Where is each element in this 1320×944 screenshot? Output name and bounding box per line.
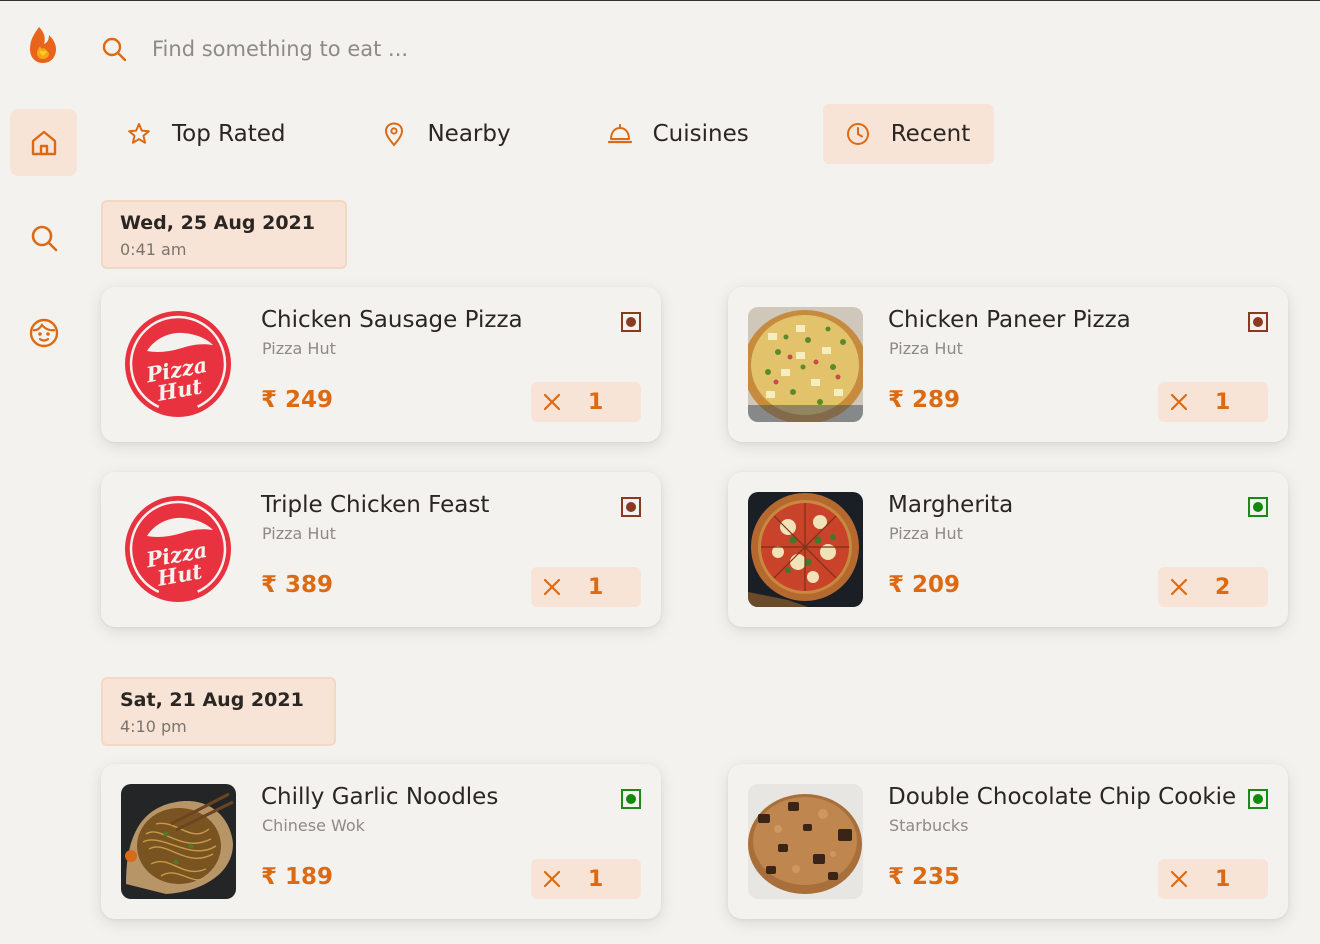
date-header: Wed, 25 Aug 2021 0:41 am (101, 200, 347, 269)
veg-indicator-icon (1248, 497, 1268, 517)
item-name: Margherita (888, 492, 1014, 518)
filter-tabs: Top Rated Nearby Cuisines Recent (104, 104, 995, 164)
noodles-photo (121, 784, 236, 899)
pizza-hut-logo-image (121, 492, 236, 607)
tab-nearby[interactable]: Nearby (359, 104, 534, 164)
item-name: Double Chocolate Chip Cookie (888, 784, 1237, 810)
veg-indicator-icon (1248, 789, 1268, 809)
close-icon[interactable] (1168, 868, 1190, 890)
cloche-icon (607, 124, 632, 144)
margherita-image (748, 492, 863, 607)
order-time: 0:41 am (120, 240, 187, 259)
tab-label: Nearby (427, 121, 511, 147)
close-icon[interactable] (1168, 576, 1190, 598)
order-item-card[interactable]: Chilly Garlic Noodles Chinese Wok ₹ 189 … (101, 764, 661, 919)
close-icon[interactable] (541, 391, 563, 413)
non-veg-indicator-icon (621, 497, 641, 517)
item-price: ₹ 235 (888, 864, 961, 890)
quantity-control[interactable]: 1 (1158, 382, 1268, 422)
item-name: Chicken Paneer Pizza (888, 307, 1131, 333)
quantity-control[interactable]: 1 (1158, 859, 1268, 899)
quantity-value: 1 (1215, 866, 1231, 892)
sidebar (10, 109, 77, 394)
location-pin-icon (385, 122, 404, 147)
search-input[interactable] (152, 37, 652, 61)
home-icon (31, 130, 56, 155)
restaurant-name: Pizza Hut (262, 339, 336, 358)
star-icon (128, 123, 150, 144)
quantity-value: 1 (1215, 389, 1231, 415)
close-icon[interactable] (541, 868, 563, 890)
close-icon[interactable] (541, 576, 563, 598)
order-time: 4:10 pm (120, 717, 187, 736)
restaurant-name: Starbucks (889, 816, 969, 835)
quantity-value: 1 (588, 866, 604, 892)
pizza-hut-logo (121, 307, 236, 422)
sidebar-search-button[interactable] (10, 204, 77, 271)
item-price: ₹ 209 (888, 572, 961, 598)
noodles-image (121, 784, 236, 899)
tab-cuisines[interactable]: Cuisines (585, 104, 773, 164)
tab-recent[interactable]: Recent (822, 104, 995, 164)
search-bar (100, 29, 700, 69)
close-icon[interactable] (1168, 391, 1190, 413)
paneer-pizza-image (748, 307, 863, 422)
quantity-control[interactable]: 1 (531, 567, 641, 607)
tab-label: Cuisines (652, 121, 749, 147)
order-item-card[interactable]: Margherita Pizza Hut ₹ 209 2 (728, 472, 1288, 627)
restaurant-name: Pizza Hut (889, 524, 963, 543)
margherita-photo (748, 492, 863, 607)
veg-indicator-icon (621, 789, 641, 809)
order-item-card[interactable]: Double Chocolate Chip Cookie Starbucks ₹… (728, 764, 1288, 919)
order-item-card[interactable]: Chicken Paneer Pizza Pizza Hut ₹ 289 1 (728, 287, 1288, 442)
quantity-value: 1 (588, 389, 604, 415)
non-veg-indicator-icon (1248, 312, 1268, 332)
pizza-hut-logo-image (121, 307, 236, 422)
order-item-card[interactable]: Triple Chicken Feast Pizza Hut ₹ 389 1 (101, 472, 661, 627)
restaurant-name: Chinese Wok (262, 816, 365, 835)
order-item-card[interactable]: Chicken Sausage Pizza Pizza Hut ₹ 249 1 (101, 287, 661, 442)
flame-icon (30, 27, 56, 63)
item-name: Chicken Sausage Pizza (261, 307, 523, 333)
sidebar-home-button[interactable] (10, 109, 77, 176)
item-price: ₹ 389 (261, 572, 334, 598)
quantity-control[interactable]: 2 (1158, 567, 1268, 607)
date-header: Sat, 21 Aug 2021 4:10 pm (101, 677, 336, 746)
item-name: Chilly Garlic Noodles (261, 784, 499, 810)
pizza-hut-logo (121, 492, 236, 607)
order-date: Sat, 21 Aug 2021 (120, 689, 304, 711)
restaurant-name: Pizza Hut (889, 339, 963, 358)
item-price: ₹ 249 (261, 387, 334, 413)
item-price: ₹ 289 (888, 387, 961, 413)
quantity-value: 2 (1215, 574, 1231, 600)
face-icon (29, 318, 58, 347)
item-name: Triple Chicken Feast (261, 492, 490, 518)
app-logo[interactable] (28, 25, 58, 65)
cookie-photo (748, 784, 863, 899)
quantity-control[interactable]: 1 (531, 382, 641, 422)
search-icon (31, 225, 57, 251)
restaurant-name: Pizza Hut (262, 524, 336, 543)
tab-label: Top Rated (172, 121, 286, 147)
tab-label: Recent (890, 121, 971, 147)
clock-icon (846, 123, 869, 145)
order-date: Wed, 25 Aug 2021 (120, 212, 315, 234)
search-icon[interactable] (100, 35, 128, 63)
non-veg-indicator-icon (621, 312, 641, 332)
tab-top-rated[interactable]: Top Rated (104, 104, 309, 164)
quantity-control[interactable]: 1 (531, 859, 641, 899)
paneer-pizza-photo (748, 307, 863, 422)
quantity-value: 1 (588, 574, 604, 600)
item-price: ₹ 189 (261, 864, 334, 890)
sidebar-profile-button[interactable] (10, 299, 77, 366)
cookie-image (748, 784, 863, 899)
